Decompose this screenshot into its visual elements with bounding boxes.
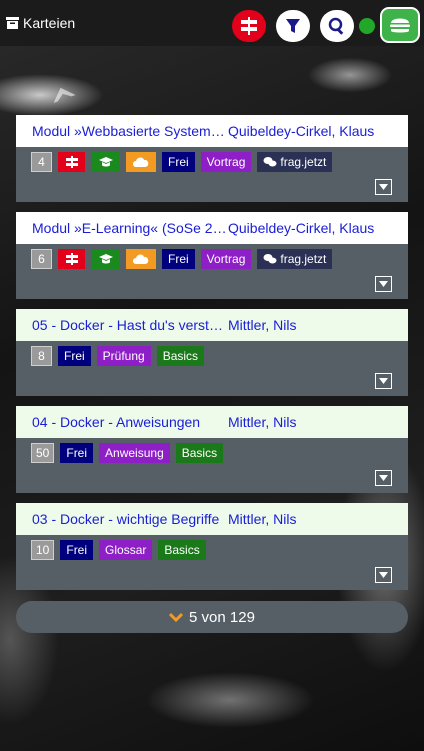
label-access: Frei [162, 152, 195, 172]
expand-button[interactable] [375, 470, 392, 486]
menu-button[interactable] [380, 7, 420, 43]
card-count-badge: 6 [31, 249, 52, 269]
card-title[interactable]: Modul »E-Learning« (SoSe 2022) [32, 220, 228, 236]
card-author: Mittler, Nils [228, 414, 297, 430]
card-count-badge: 10 [31, 540, 55, 560]
filter-icon [286, 19, 300, 33]
expand-button[interactable] [375, 276, 392, 292]
card-title[interactable]: 03 - Docker - wichtige Begriffe [32, 511, 228, 527]
load-more-button[interactable]: 5 von 129 [16, 601, 408, 633]
card-item[interactable]: 04 - Docker - Anweisungen Mittler, Nils … [16, 406, 408, 493]
signpost-icon [241, 17, 257, 35]
card-item[interactable]: 05 - Docker - Hast du's verstanden? Mitt… [16, 309, 408, 396]
search-icon [328, 17, 344, 35]
card-author: Quibeldey-Cirkel, Klaus [228, 123, 375, 139]
signpost-button[interactable] [232, 10, 266, 42]
card-item[interactable]: Modul »E-Learning« (SoSe 2022) Quibeldey… [16, 212, 408, 299]
label-type: Anweisung [99, 443, 170, 463]
signpost-icon [58, 152, 85, 172]
card-author: Mittler, Nils [228, 317, 297, 333]
card-title[interactable]: 05 - Docker - Hast du's verstanden? [32, 317, 228, 333]
label-access: Frei [58, 346, 91, 366]
label-type: Vortrag [200, 152, 252, 172]
background-photo: ‸ [32, 46, 80, 105]
status-indicator [359, 18, 375, 34]
card-count-badge: 50 [31, 443, 55, 463]
card-author: Quibeldey-Cirkel, Klaus [228, 220, 375, 236]
expand-button[interactable] [375, 567, 392, 583]
fragjetzt-badge: frag.jetzt [257, 152, 333, 172]
app-title: Karteien [23, 15, 76, 31]
label-level: Basics [158, 540, 206, 560]
pager-text: 5 von 129 [189, 608, 255, 626]
top-bar: Karteien [0, 0, 424, 46]
card-count-badge: 8 [31, 346, 52, 366]
search-button[interactable] [320, 10, 354, 42]
graduation-cap-icon [91, 249, 120, 269]
chevron-down-icon [169, 612, 184, 622]
label-level: Basics [156, 346, 205, 366]
hamburger-icon [390, 18, 410, 33]
label-access: Frei [60, 540, 94, 560]
caret-down-icon [379, 184, 388, 190]
label-type: Vortrag [200, 249, 252, 269]
expand-button[interactable] [375, 179, 392, 195]
label-access: Frei [60, 443, 94, 463]
label-level: Basics [175, 443, 224, 463]
card-item[interactable]: Modul »Webbasierte Systeme« (SoSe 2022) … [16, 115, 408, 202]
comments-icon [263, 254, 277, 264]
card-author: Mittler, Nils [228, 511, 297, 527]
cloud-icon [126, 249, 156, 269]
caret-down-icon [379, 281, 388, 287]
card-count-badge: 4 [31, 152, 52, 172]
label-type: Prüfung [96, 346, 151, 366]
card-item[interactable]: 03 - Docker - wichtige Begriffe Mittler,… [16, 503, 408, 590]
graduation-cap-icon [91, 152, 120, 172]
card-title[interactable]: Modul »Webbasierte Systeme« (SoSe 2022) [32, 123, 228, 139]
cloud-icon [126, 152, 156, 172]
signpost-icon [58, 249, 85, 269]
filter-button[interactable] [276, 10, 310, 42]
caret-down-icon [379, 475, 388, 481]
comments-icon [263, 157, 277, 167]
label-type: Glossar [99, 540, 153, 560]
app-brand[interactable]: Karteien [6, 15, 75, 31]
archive-box-icon [6, 17, 19, 29]
fragjetzt-badge: frag.jetzt [257, 249, 333, 269]
caret-down-icon [379, 572, 388, 578]
card-title[interactable]: 04 - Docker - Anweisungen [32, 414, 228, 430]
expand-button[interactable] [375, 373, 392, 389]
caret-down-icon [379, 378, 388, 384]
label-access: Frei [162, 249, 195, 269]
